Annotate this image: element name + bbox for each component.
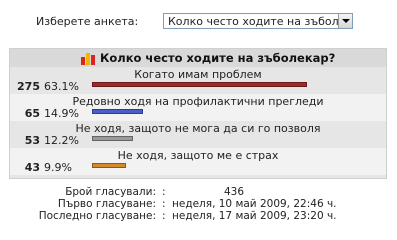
poll-option-bar-track xyxy=(92,163,126,169)
poll-option-bar-track xyxy=(92,82,307,88)
poll-title: Колко често ходите на зъболекар? xyxy=(100,51,336,65)
first-vote-label: Първо гласуване: xyxy=(57,198,156,210)
poll-select-value: Колко често ходите на зъболек xyxy=(168,15,353,28)
poll-option-bar xyxy=(92,136,133,141)
poll-option-row: Не ходя, защото не мога да си го позволя… xyxy=(10,121,386,148)
votes-label: Брой гласували: xyxy=(65,186,156,198)
votes-value: 436 xyxy=(224,186,245,198)
poll-option-bar-track xyxy=(92,136,133,142)
poll-header: Колко често ходите на зъболекар? xyxy=(10,49,386,67)
poll-selector-label: Изберете анкета: xyxy=(36,15,139,28)
poll-selector-row: Изберете анкета: Колко често ходите на з… xyxy=(0,12,397,32)
poll-option-count: 65 xyxy=(24,107,40,120)
votes-stat: Брой гласували: : 436 xyxy=(65,186,245,198)
poll-option-percent: 12.2% xyxy=(44,134,79,147)
last-vote-stat: Последно гласуване: : неделя, 17 май 200… xyxy=(38,210,337,222)
poll-option-percent: 14.9% xyxy=(44,107,79,120)
poll-option-bar xyxy=(92,163,126,168)
poll-option-percent: 63.1% xyxy=(44,80,79,93)
poll-option-row: Редовно ходя на профилактични прегледи 6… xyxy=(10,94,386,121)
poll-chart-icon xyxy=(81,53,95,65)
first-vote-stat: Първо гласуване: : неделя, 10 май 2009, … xyxy=(57,198,337,210)
last-vote-value: неделя, 17 май 2009, 23:20 ч. xyxy=(172,210,337,222)
poll-option-count: 275 xyxy=(17,80,40,93)
poll-option-bar-track xyxy=(92,109,143,115)
poll-option-row: Не ходя, защото ме е страх 43 9.9% xyxy=(10,148,386,175)
first-vote-value: неделя, 10 май 2009, 22:46 ч. xyxy=(172,198,337,210)
last-vote-label: Последно гласуване: xyxy=(38,210,156,222)
poll-option-percent: 9.9% xyxy=(44,161,72,174)
poll-option-row: Когато имам проблем 275 63.1% xyxy=(10,67,386,94)
poll-panel: Колко често ходите на зъболекар? Когато … xyxy=(9,48,387,179)
poll-option-count: 43 xyxy=(24,161,40,174)
poll-option-bar xyxy=(92,109,143,114)
poll-select[interactable]: Колко често ходите на зъболек xyxy=(163,13,353,29)
poll-option-bar xyxy=(92,82,307,87)
chevron-down-icon[interactable] xyxy=(338,14,352,28)
poll-option-count: 53 xyxy=(24,134,40,147)
